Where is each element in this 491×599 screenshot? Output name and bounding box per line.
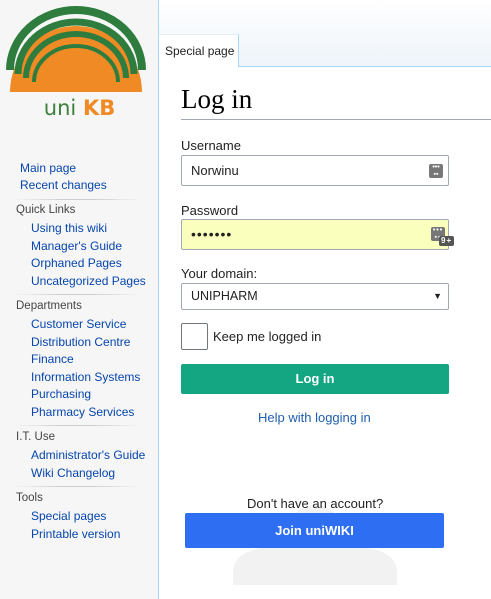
nav-administrators-guide[interactable]: Administrator's Guide [31,448,145,462]
nav-uncategorized-pages[interactable]: Uncategorized Pages [31,274,146,288]
nav-divider [14,486,142,487]
nav-heading-quick-links[interactable]: Quick Links [16,204,75,216]
nav-purchasing[interactable]: Purchasing [31,387,91,401]
nav-divider [14,199,142,200]
content-border [239,66,491,67]
username-field[interactable]: Norwinu ••• ▪▪ [181,155,449,186]
logo-text-uni: uni [43,96,77,120]
join-uniwiki-button[interactable]: Join uniWIKI [185,513,444,548]
nav-using-this-wiki[interactable]: Using this wiki [31,221,107,235]
nav-heading-tools[interactable]: Tools [16,492,43,504]
keep-logged-in-checkbox[interactable] [181,323,208,350]
page-title: Log in [181,84,253,114]
login-button[interactable]: Log in [181,364,449,394]
dropdown-arrow-icon: ▼ [433,291,442,301]
title-divider [181,119,491,120]
domain-value: UNIPHARM [191,289,258,303]
nav-wiki-changelog[interactable]: Wiki Changelog [31,466,115,480]
keep-logged-in-label[interactable]: Keep me logged in [213,329,321,344]
sidebar: uni KB Main page Recent changes Quick Li… [0,0,159,599]
nav-heading-it-use[interactable]: I.T. Use [16,431,55,443]
nav-managers-guide[interactable]: Manager's Guide [31,239,122,253]
password-label: Password [181,203,239,218]
nav-finance[interactable]: Finance [31,352,74,366]
nav-orphaned-pages[interactable]: Orphaned Pages [31,256,122,270]
password-manager-icon[interactable]: ••• ▪▪ [429,164,443,178]
nav-heading-departments[interactable]: Departments [16,300,82,312]
nav-divider [14,294,142,295]
help-logging-in-link[interactable]: Help with logging in [258,410,371,425]
nav-main-page[interactable]: Main page [20,161,76,175]
sidebar-border [158,0,159,599]
domain-select[interactable]: UNIPHARM ▼ [181,283,449,310]
password-field[interactable]: ••••••• ••• ▪▪ 9+ [181,219,455,250]
username-value: Norwinu [191,163,239,178]
nav-recent-changes[interactable]: Recent changes [20,178,107,192]
password-value: ••••••• [191,226,233,242]
username-label: Username [181,138,241,153]
no-account-text: Don't have an account? [247,496,384,511]
nav-divider [14,425,142,426]
nav-information-systems[interactable]: Information Systems [31,370,140,384]
domain-label: Your domain: [181,266,258,281]
nav-customer-service[interactable]: Customer Service [31,317,126,331]
logo-wordmark: uni KB [0,96,159,120]
nav-printable-version[interactable]: Printable version [31,527,120,541]
password-count-badge: 9+ [439,236,455,246]
tab-special-page[interactable]: Special page [159,34,239,67]
nav-special-pages[interactable]: Special pages [31,509,106,523]
nav-pharmacy-services[interactable]: Pharmacy Services [31,405,134,419]
logo-text-kb: KB [82,96,116,120]
nav-distribution-centre[interactable]: Distribution Centre [31,335,130,349]
